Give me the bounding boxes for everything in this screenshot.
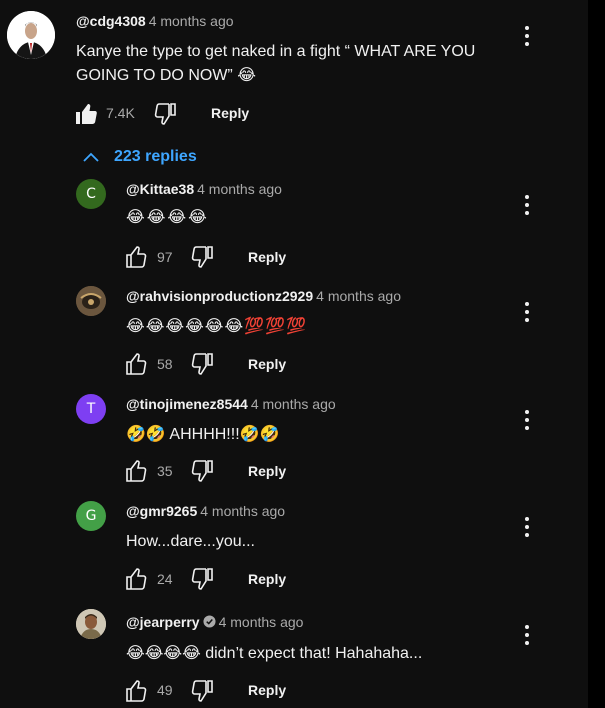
dislike-icon[interactable] [191,567,215,591]
like-count: 24 [157,571,173,587]
reply-button[interactable]: Reply [248,682,286,698]
verified-badge-icon [203,615,216,628]
action-menu-button[interactable] [525,517,529,541]
replies-count-label: 223 replies [114,148,197,165]
comment-text: 😂😂😂😂 didn’t expect that! Hahahaha... [126,645,423,662]
action-menu-button[interactable] [525,302,529,326]
like-count: 7.4K [106,105,135,121]
comment-text: 😂😂😂😂😂😂💯💯💯 [126,318,307,335]
window-edge [588,0,605,708]
reply-button[interactable]: Reply [211,105,249,121]
comment-author[interactable]: @jearperry 4 months ago [126,614,303,630]
reply-button[interactable]: Reply [248,249,286,265]
reply-button[interactable]: Reply [248,356,286,372]
avatar[interactable] [76,609,106,639]
like-icon-filled[interactable] [74,102,98,126]
dislike-icon[interactable] [191,245,215,269]
comment-author[interactable]: @cdg4308 4 months ago [76,13,234,29]
avatar[interactable]: G [76,501,106,531]
dislike-icon[interactable] [191,352,215,376]
like-count: 58 [157,356,173,372]
avatar[interactable]: C [76,179,106,209]
like-count: 35 [157,463,173,479]
author-handle[interactable]: @jearperry [126,614,200,630]
comment-timestamp[interactable]: 4 months ago [200,503,285,519]
dislike-icon[interactable] [191,679,215,703]
comment-timestamp[interactable]: 4 months ago [149,13,234,29]
comment-author[interactable]: @gmr9265 4 months ago [126,503,285,519]
avatar[interactable] [7,11,55,59]
comment-timestamp[interactable]: 4 months ago [316,288,401,304]
reply-button[interactable]: Reply [248,571,286,587]
comment-text: 🤣🤣 AHHHH!!!🤣🤣 [126,426,280,443]
comment-timestamp[interactable]: 4 months ago [251,396,336,412]
like-count: 49 [157,682,173,698]
comment-text: 😂😂😂😂 [126,209,209,226]
comment-actions: 97 Reply [124,245,324,269]
comment-actions: 7.4K Reply [74,102,274,126]
comment-actions: 35 Reply [124,459,324,483]
comment-timestamp[interactable]: 4 months ago [197,181,282,197]
comment-actions: 58 Reply [124,352,324,376]
comment-text: How...dare...you... [126,533,255,550]
comment-text: Kanye the type to get naked in a fight “… [76,40,475,88]
chevron-up-icon [83,152,99,162]
action-menu-button[interactable] [525,410,529,434]
comment-author[interactable]: @Kittae38 4 months ago [126,181,282,197]
avatar[interactable] [76,286,106,316]
like-icon[interactable] [124,245,148,269]
author-handle[interactable]: @rahvisionproductionz2929 [126,288,313,304]
action-menu-button[interactable] [525,625,529,649]
author-handle[interactable]: @tinojimenez8544 [126,396,248,412]
comment-text-line: GOING TO DO NOW” 😂 [76,67,256,84]
comment-timestamp[interactable]: 4 months ago [219,614,304,630]
author-handle[interactable]: @Kittae38 [126,181,194,197]
like-count: 97 [157,249,173,265]
comment-actions: 49 Reply [124,679,324,703]
comment-author[interactable]: @rahvisionproductionz2929 4 months ago [126,288,401,304]
avatar[interactable]: T [76,394,106,424]
comment-actions: 24 Reply [124,567,324,591]
reply-button[interactable]: Reply [248,463,286,479]
action-menu-button[interactable] [525,195,529,219]
like-icon[interactable] [124,352,148,376]
like-icon[interactable] [124,567,148,591]
comment-text-line: Kanye the type to get naked in a fight “… [76,43,476,60]
dislike-icon[interactable] [154,102,178,126]
like-icon[interactable] [124,459,148,483]
dislike-icon[interactable] [191,459,215,483]
comment-author[interactable]: @tinojimenez8544 4 months ago [126,396,336,412]
like-icon[interactable] [124,679,148,703]
action-menu-button[interactable] [525,26,529,50]
author-handle[interactable]: @cdg4308 [76,13,146,29]
author-handle[interactable]: @gmr9265 [126,503,197,519]
